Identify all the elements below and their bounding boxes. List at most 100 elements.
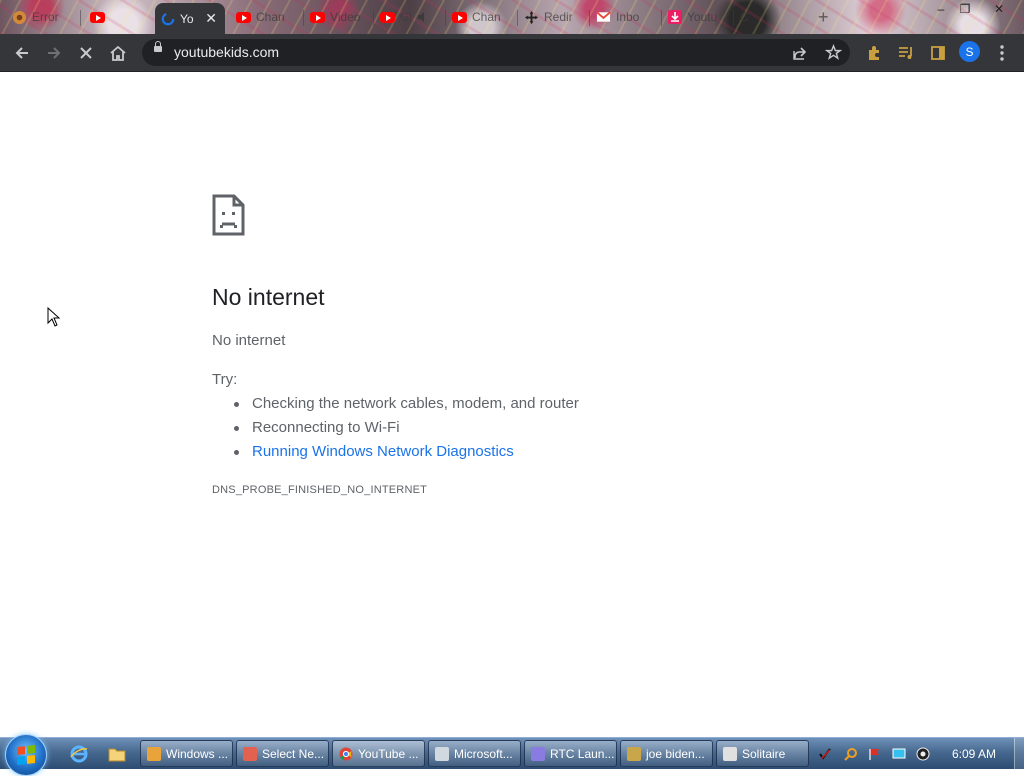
bookmark-star-icon[interactable]: [825, 44, 842, 61]
address-url: youtubekids.com: [174, 44, 280, 60]
profile-avatar[interactable]: S: [959, 41, 980, 62]
tab-channel[interactable]: Chan: [230, 4, 302, 30]
windows-logo-icon: [17, 745, 35, 765]
youtube-icon: [310, 11, 325, 23]
network-diagnostics-link[interactable]: Running Windows Network Diagnostics: [232, 440, 579, 464]
tab-redirect[interactable]: Redir: [518, 4, 588, 30]
search-app-icon: [627, 746, 641, 761]
taskbar-clock[interactable]: 6:09 AM: [952, 747, 996, 761]
chrome-icon: [339, 747, 353, 760]
gmail-icon: [596, 11, 611, 22]
taskbar-button-youtube-chrome[interactable]: YouTube ...: [332, 740, 425, 767]
try-label: Try:: [212, 371, 238, 388]
home-button[interactable]: [106, 41, 130, 65]
taskbar-button-label: Windows ...: [166, 746, 229, 761]
back-button[interactable]: [10, 41, 34, 65]
browser-toolbar: youtubekids.com: [0, 34, 1024, 72]
tab-title: Redir: [544, 10, 573, 24]
new-tab-button[interactable]: +: [812, 4, 840, 30]
tab-youtube-download[interactable]: Youtu: [662, 4, 732, 30]
tab-channel[interactable]: Chan: [84, 4, 154, 30]
sad-page-icon: [212, 194, 245, 236]
extensions-button[interactable]: [862, 41, 886, 65]
tab-title: Video: [330, 10, 361, 24]
taskbar-button-label: RTC Laun...: [550, 746, 615, 761]
stop-x-icon: [80, 47, 92, 59]
move-icon: [524, 10, 539, 24]
arrow-left-icon: [15, 47, 28, 59]
tray-check-icon[interactable]: [818, 747, 832, 761]
kebab-menu-icon: [1000, 45, 1004, 61]
youtube-icon: [236, 11, 251, 23]
tray-flag-icon[interactable]: [868, 747, 882, 761]
youtube-icon: [452, 11, 467, 23]
taskbar-button-label: joe biden...: [646, 746, 705, 761]
media-control-button[interactable]: [894, 41, 918, 65]
taskbar-button-label: Select Ne...: [262, 746, 325, 761]
close-window-button[interactable]: ✕: [984, 0, 1014, 18]
taskbar-button-label: Solitaire: [742, 746, 786, 761]
puzzle-icon: [869, 46, 879, 60]
close-tab-icon[interactable]: ✕: [205, 10, 217, 27]
share-icon[interactable]: [792, 45, 808, 61]
taskbar-button-search[interactable]: joe biden...: [620, 740, 713, 767]
rocket-icon: [531, 746, 545, 761]
error-code: DNS_PROBE_FINISHED_NO_INTERNET: [212, 484, 428, 496]
restore-button[interactable]: ❐: [950, 0, 980, 18]
taskbar: Windows ... Select Ne... YouTube ... Mic…: [0, 734, 1024, 776]
taskbar-button-rtc-launcher[interactable]: RTC Laun...: [524, 740, 617, 767]
tab-title: Chan: [472, 10, 501, 24]
start-button[interactable]: [5, 734, 47, 776]
tray-magnifier-icon[interactable]: [844, 747, 858, 761]
loading-icon: [161, 12, 175, 25]
explorer-quicklaunch[interactable]: [108, 745, 126, 763]
mouse-cursor-icon: [47, 307, 61, 327]
tab-inbox[interactable]: Inbo: [590, 4, 660, 30]
tab-title: Error: [32, 10, 59, 24]
tab-c[interactable]: C: [734, 4, 804, 30]
taskbar-button-solitaire[interactable]: Solitaire: [716, 740, 809, 767]
paint-icon: [243, 746, 257, 761]
cards-icon: [723, 746, 737, 761]
chrome-menu-button[interactable]: [990, 41, 1014, 65]
tab-title: Chan: [256, 10, 285, 24]
error-subtitle: No internet: [212, 332, 286, 349]
arrow-right-icon: [48, 47, 61, 59]
youtube-icon: [90, 11, 105, 23]
tab-channel-2[interactable]: Chan: [446, 4, 516, 30]
show-desktop-button[interactable]: [1014, 738, 1024, 769]
tab-youtube-kids-active[interactable]: Yo ✕: [155, 3, 225, 34]
suggestion-item: Checking the network cables, modem, and …: [232, 392, 579, 416]
address-bar[interactable]: youtubekids.com: [142, 39, 850, 66]
forward-button[interactable]: [42, 41, 66, 65]
tab-title: Yo: [180, 11, 194, 26]
tray-volume-icon[interactable]: [916, 747, 930, 761]
taskbar-button-label: YouTube ...: [358, 746, 419, 761]
download-icon: [668, 10, 682, 24]
taskbar-button-microsoft[interactable]: Microsoft...: [428, 740, 521, 767]
tray-monitor-icon[interactable]: [892, 747, 906, 761]
tab-error[interactable]: Error: [6, 4, 76, 30]
tab-video[interactable]: Video: [304, 4, 374, 30]
suggestion-list: Checking the network cables, modem, and …: [232, 392, 579, 464]
tab-title: Youtu: [687, 10, 718, 24]
taskbar-button-select-network[interactable]: Select Ne...: [236, 740, 329, 767]
taskbar-button-windows-media[interactable]: Windows ...: [140, 740, 233, 767]
youtube-icon: [380, 11, 395, 23]
lock-icon: [154, 41, 162, 52]
folder-icon: [108, 748, 126, 762]
taskbar-button-label: Microsoft...: [454, 746, 513, 761]
side-panel-button[interactable]: [926, 41, 950, 65]
tab-strip: Error Chan Yo ✕ Chan Video Gi Chan Redir…: [0, 0, 1024, 34]
speaker-icon: [418, 12, 424, 22]
music-queue-icon: [899, 47, 912, 59]
error-title: No internet: [212, 284, 325, 310]
internet-explorer-icon: [70, 745, 88, 763]
tab-title: Gi: [400, 10, 412, 24]
internet-explorer-quicklaunch[interactable]: [70, 745, 88, 763]
stop-button[interactable]: [74, 41, 98, 65]
tab-title: Inbo: [616, 10, 640, 24]
home-icon: [110, 45, 126, 61]
tab-gi[interactable]: Gi: [374, 4, 444, 30]
tab-title: C: [740, 10, 749, 24]
